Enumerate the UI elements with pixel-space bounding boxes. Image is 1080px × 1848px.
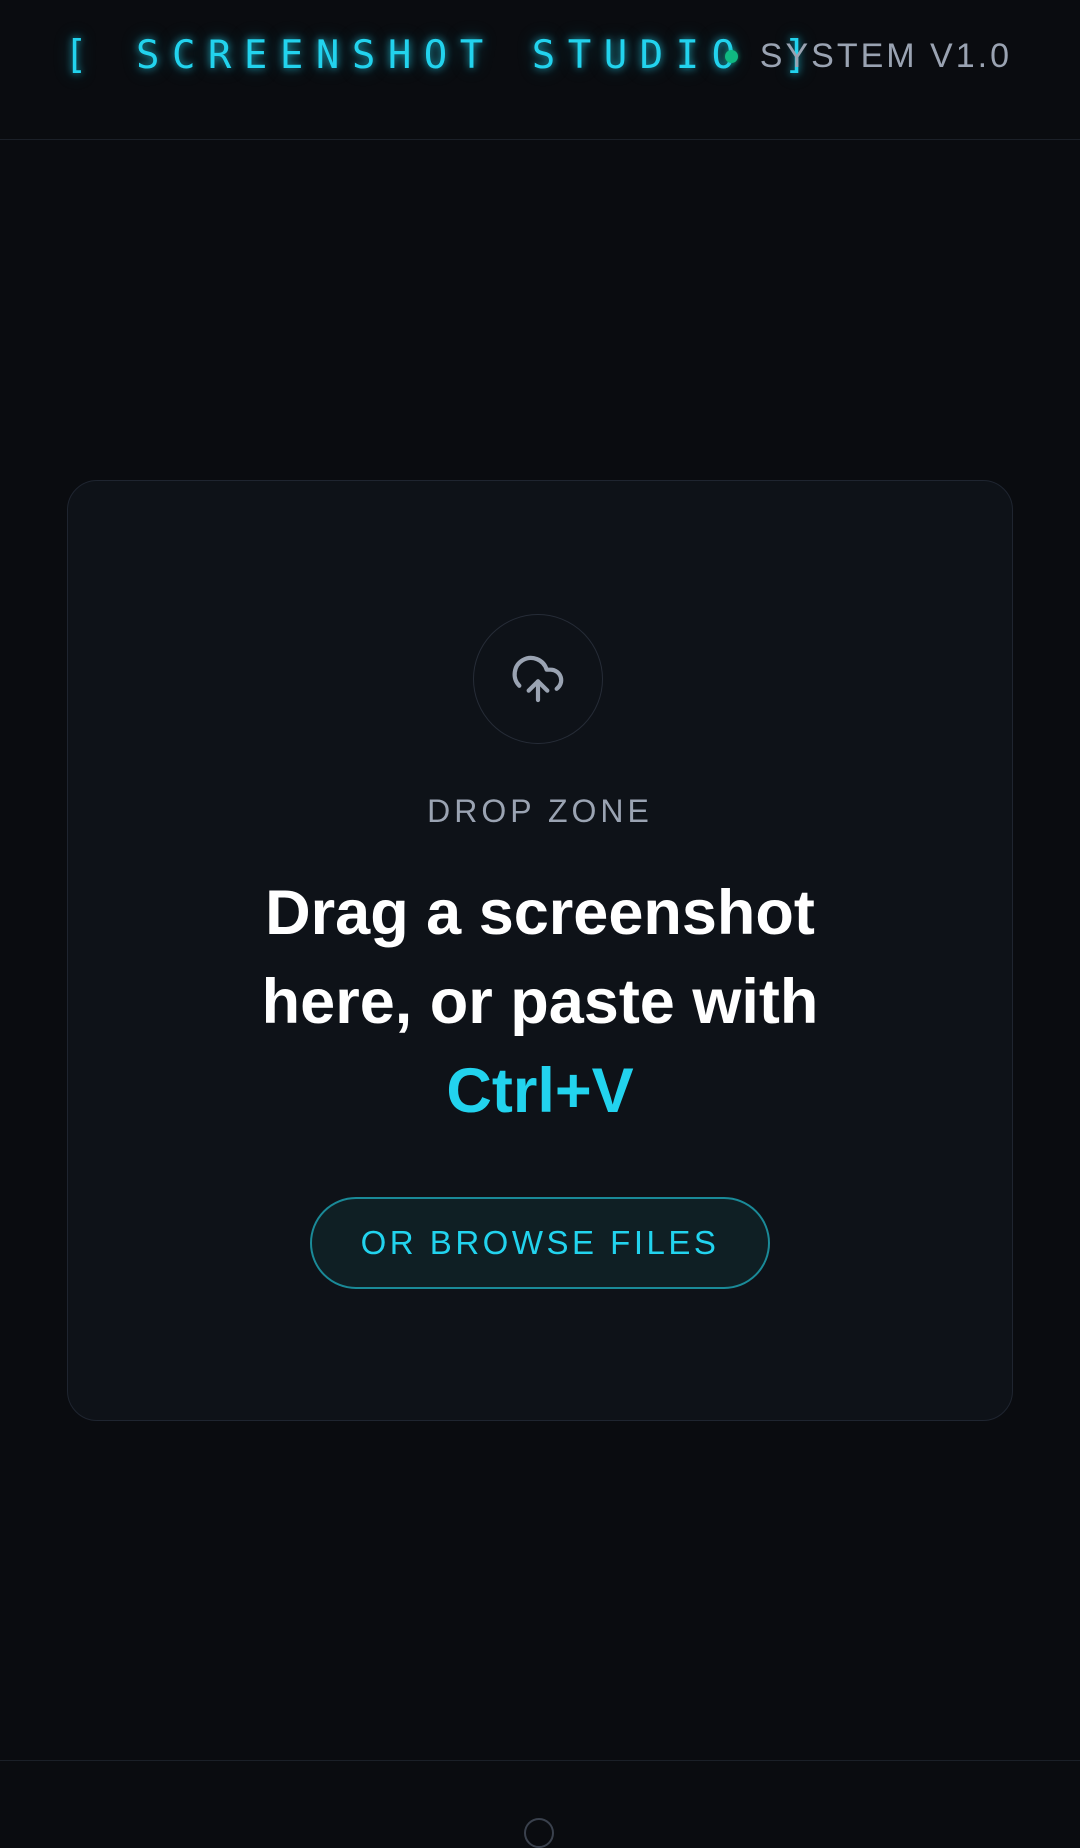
headline-line-2: here, or paste with [261,967,819,1037]
app-header: [ SCREENSHOT STUDIO ] SYSTEM V1.0 [0,0,1080,140]
status-indicator-dot [724,49,738,63]
browse-files-button[interactable]: OR BROWSE FILES [310,1197,770,1289]
upload-icon-circle [473,614,603,744]
drop-zone-headline: Drag a screenshot here, or paste with Ct… [68,869,1012,1136]
system-version-label: SYSTEM V1.0 [759,36,1012,75]
cloud-upload-icon [512,655,564,703]
system-status: SYSTEM V1.0 [724,34,1012,78]
drop-zone-label: DROP ZONE [427,793,653,829]
footer-divider [0,1760,1080,1761]
footer-icon [524,1818,554,1848]
drop-zone[interactable]: DROP ZONE Drag a screenshot here, or pas… [67,480,1013,1421]
app-title: [ SCREENSHOT STUDIO ] [64,33,820,78]
headline-line-1: Drag a screenshot [265,878,815,948]
paste-shortcut: Ctrl+V [446,1056,634,1126]
